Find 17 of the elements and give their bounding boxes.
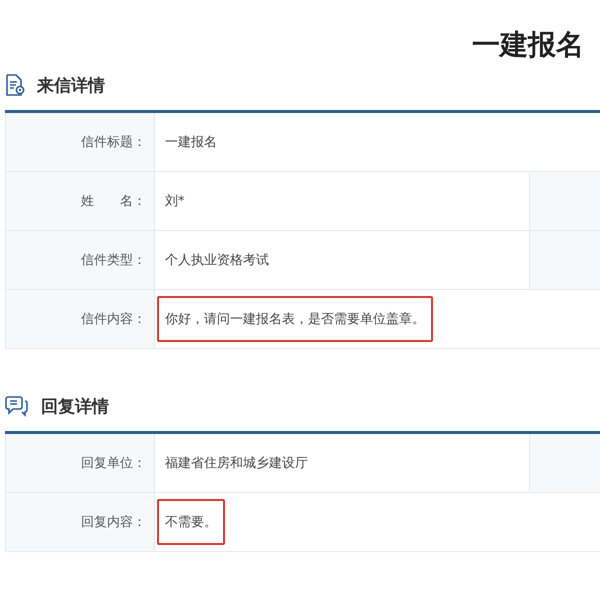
field-label: 信件内容： [6,290,155,348]
page-title: 一建报名 [472,27,584,63]
field-label: 信件标题： [6,113,155,171]
field-value: 个人执业资格考试 [164,252,270,270]
section-title: 回复详情 [41,396,109,418]
field-label: 回复内容： [6,493,155,551]
field-value: 不需要。 [157,499,225,545]
field-label: 回复单位： [6,434,155,492]
field-value: 你好，请问一建报名表，是否需要单位盖章。 [157,296,433,342]
section-title: 来信详情 [37,74,105,96]
field-value: 一建报名 [164,134,218,152]
chat-icon [5,395,29,417]
document-icon [5,74,25,96]
field-value: 福建省住房和城乡建设厅 [164,455,309,473]
field-value: 刘* [164,193,186,211]
field-label: 姓 名： [6,172,155,230]
field-label: 信件类型： [6,231,155,289]
